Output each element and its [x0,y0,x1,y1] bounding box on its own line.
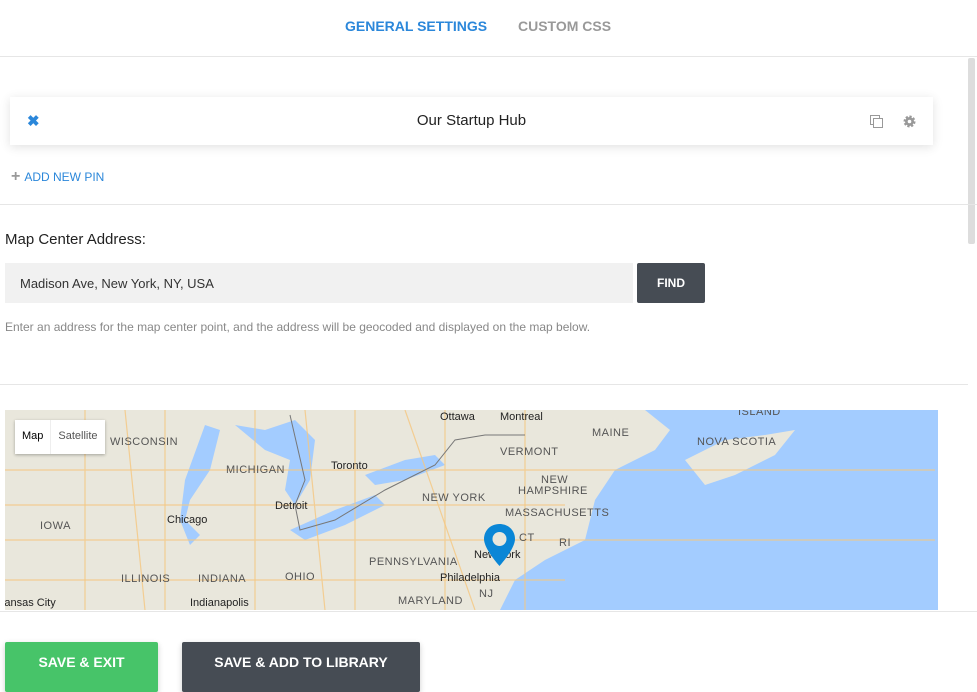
map-label: NEW YORK [422,492,486,504]
map-label: OHIO [285,571,316,583]
gear-icon[interactable] [903,115,916,128]
map-label: NJ [479,588,494,600]
map-label: INDIANA [198,573,247,585]
map-label: MAINE [592,427,630,439]
map-label: RI [559,537,571,549]
map-label: PENNSYLVANIA [369,556,458,568]
map-label: MICHIGAN [226,464,285,476]
map-label: Toronto [331,460,368,472]
map-label: MASSACHUSETTS [505,507,610,519]
map-label: Detroit [275,500,308,512]
map-label: IOWA [40,520,71,532]
map-label: ISLAND [738,410,781,418]
save-exit-button[interactable]: SAVE & EXIT [5,642,158,692]
map-label: Montreal [500,411,543,423]
map-label: Indianapolis [190,597,249,609]
pin-item[interactable]: ✖ Our Startup Hub [10,97,933,145]
add-new-pin-label: ADD NEW PIN [24,170,105,184]
map-label: WISCONSIN [110,436,179,448]
map-center-address-input[interactable] [5,263,633,303]
map-type-map-button[interactable]: Map [15,420,52,454]
map-view[interactable]: Ottawa Montreal ISLAND WISCONSIN MAINE N… [5,410,938,610]
map-label: NOVA SCOTIA [697,436,777,448]
map-label: MARYLAND [398,595,463,607]
save-add-to-library-button[interactable]: SAVE & ADD TO LIBRARY [182,642,420,692]
divider [0,204,977,205]
map-type-satellite-button[interactable]: Satellite [51,420,104,454]
map-label: CT [519,532,535,544]
map-center-label: Map Center Address: [5,231,146,248]
help-text: Enter an address for the map center poin… [5,320,591,334]
map-type-control: Map Satellite [15,420,105,454]
scrollbar-thumb[interactable] [968,58,975,244]
add-new-pin-button[interactable]: + ADD NEW PIN [11,168,104,186]
tab-general-settings[interactable]: GENERAL SETTINGS [345,18,487,34]
map-label: Chicago [167,514,208,526]
map-label: Kansas City [5,597,56,609]
map-label: VERMONT [500,446,559,458]
tab-bar: GENERAL SETTINGS CUSTOM CSS [0,0,977,57]
pin-title: Our Startup Hub [416,112,527,129]
map-label: ILLINOIS [121,573,171,585]
find-button[interactable]: FIND [637,263,705,303]
map-marker-icon[interactable] [482,522,517,568]
divider [0,611,977,612]
plus-icon: + [11,168,21,185]
map-label: HAMPSHIRE [518,485,588,497]
scrollbar[interactable] [967,58,975,680]
map-label: Ottawa [440,411,475,423]
divider [0,384,968,385]
map-label: Philadelphia [440,572,500,584]
tab-custom-css[interactable]: CUSTOM CSS [518,18,611,34]
copy-icon[interactable] [870,115,883,128]
